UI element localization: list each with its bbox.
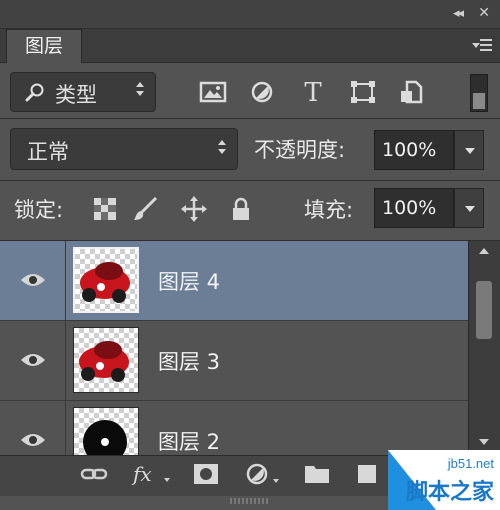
fill-value: 100% bbox=[382, 197, 437, 219]
divider bbox=[0, 180, 500, 181]
lock-position-icon[interactable] bbox=[181, 196, 207, 222]
divider bbox=[0, 118, 500, 119]
scroll-down-arrow-icon[interactable] bbox=[479, 439, 489, 445]
watermark-site: jb51.net bbox=[447, 456, 494, 471]
layer-list: 图层 4 图层 3 图层 2 bbox=[0, 241, 468, 455]
fill-dropdown-button[interactable] bbox=[454, 188, 484, 228]
filter-kind-label: 类型 bbox=[55, 83, 97, 107]
layer-name: 图层 4 bbox=[158, 270, 221, 294]
filter-kind-dropdown[interactable]: 类型 bbox=[10, 72, 156, 112]
shape-filter-icon[interactable] bbox=[347, 78, 379, 106]
link-icon[interactable] bbox=[80, 462, 108, 486]
lock-label: 锁定: bbox=[14, 198, 64, 222]
visibility-toggle[interactable] bbox=[0, 321, 66, 401]
folder-icon[interactable] bbox=[303, 462, 331, 486]
opacity-dropdown-button[interactable] bbox=[454, 130, 484, 170]
lock-image-pixels-icon[interactable] bbox=[132, 196, 158, 222]
blend-mode-label: 正常 bbox=[27, 140, 69, 164]
opacity-value: 100% bbox=[382, 139, 437, 161]
visibility-toggle[interactable] bbox=[0, 401, 66, 455]
panel-resize-grip[interactable] bbox=[230, 498, 270, 504]
opacity-input[interactable]: 100% bbox=[374, 130, 454, 170]
watermark-text: 脚本之家 bbox=[405, 480, 494, 505]
adjustment-filter-icon[interactable] bbox=[246, 78, 278, 106]
image-filter-icon[interactable] bbox=[197, 78, 229, 106]
opacity-label: 不透明度: bbox=[254, 138, 346, 162]
layer-name: 图层 2 bbox=[158, 430, 221, 454]
visibility-toggle[interactable] bbox=[0, 241, 66, 321]
mask-icon[interactable] bbox=[192, 462, 220, 486]
adjustment-icon[interactable] bbox=[245, 462, 281, 486]
tab-layers-label: 图层 bbox=[24, 35, 63, 57]
search-icon bbox=[25, 83, 44, 102]
red-car-thumbnail bbox=[80, 262, 130, 303]
layer-name: 图层 3 bbox=[158, 350, 221, 374]
scrollbar-thumb[interactable] bbox=[476, 281, 492, 339]
layer-row[interactable]: 图层 4 bbox=[0, 241, 468, 321]
svg-text:T: T bbox=[304, 78, 322, 106]
red-car-thumbnail bbox=[79, 341, 129, 382]
lock-transparent-pixels-icon[interactable] bbox=[92, 196, 118, 222]
fx-icon[interactable]: fx bbox=[133, 462, 173, 486]
chevron-down-icon bbox=[465, 148, 475, 154]
eye-icon bbox=[21, 354, 45, 366]
layer-row[interactable]: 图层 3 bbox=[0, 321, 468, 401]
layer-thumbnail[interactable] bbox=[73, 327, 139, 393]
panel-menu-icon[interactable] bbox=[472, 38, 492, 54]
eye-icon bbox=[21, 434, 45, 446]
dropdown-arrows-icon bbox=[217, 140, 227, 154]
layer-list-scrollbar[interactable] bbox=[468, 241, 500, 455]
layer-thumbnail[interactable] bbox=[73, 247, 139, 313]
dropdown-arrows-icon bbox=[135, 82, 145, 96]
lock-all-icon[interactable] bbox=[228, 196, 254, 222]
black-circle-thumbnail bbox=[83, 420, 127, 455]
close-panel-button[interactable]: ✕ bbox=[478, 5, 490, 21]
layer-thumbnail[interactable] bbox=[73, 407, 139, 455]
panel-top-strip bbox=[0, 0, 500, 29]
collapse-panel-button[interactable]: ◂◂ bbox=[453, 6, 464, 21]
blend-mode-dropdown[interactable]: 正常 bbox=[10, 128, 238, 170]
chevron-down-icon bbox=[465, 206, 475, 212]
fill-input[interactable]: 100% bbox=[374, 188, 454, 228]
new-layer-icon[interactable] bbox=[352, 462, 380, 486]
site-watermark: jb51.net 脚本之家 bbox=[388, 450, 500, 510]
layer-row[interactable]: 图层 2 bbox=[0, 401, 468, 455]
type-filter-icon[interactable]: T bbox=[297, 78, 329, 108]
tab-layers[interactable]: 图层 bbox=[6, 29, 82, 63]
eye-icon bbox=[21, 274, 45, 286]
filter-toggle-switch[interactable] bbox=[470, 74, 488, 112]
scroll-up-arrow-icon[interactable] bbox=[479, 248, 489, 254]
smart-object-filter-icon[interactable] bbox=[396, 78, 428, 106]
fill-label: 填充: bbox=[304, 198, 354, 222]
fx-label: fx bbox=[133, 462, 152, 486]
